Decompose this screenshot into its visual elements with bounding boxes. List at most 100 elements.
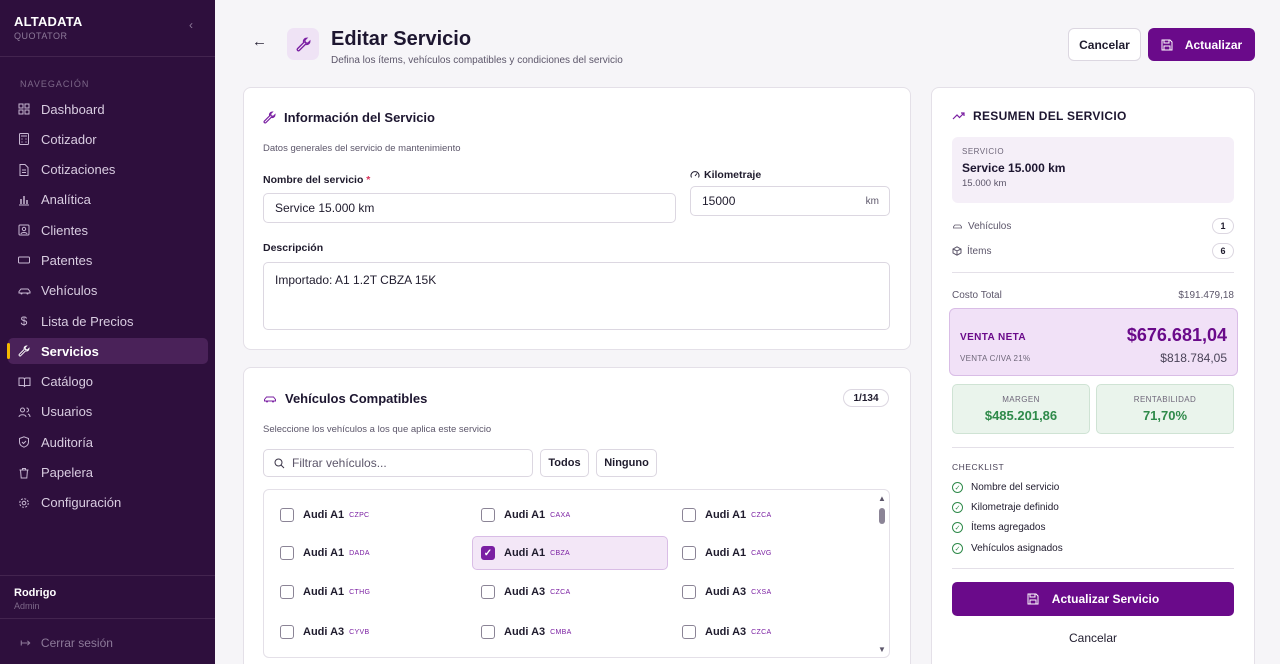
sale-with-vat-value: $818.784,05 bbox=[1160, 351, 1227, 365]
dollar-icon: $ bbox=[20, 314, 28, 329]
sidebar-item-lista-de-precios[interactable]: $ Lista de Precios bbox=[8, 308, 208, 334]
sidebar-item-label: Analítica bbox=[41, 192, 91, 208]
vehicle-option[interactable]: Audi A1 CAVG bbox=[674, 536, 870, 570]
vehicle-model: Audi A3 bbox=[705, 586, 747, 598]
checkbox[interactable] bbox=[682, 625, 696, 639]
update-service-button[interactable]: Actualizar Servicio bbox=[952, 582, 1234, 616]
check-circle-icon: ✓ bbox=[952, 502, 963, 513]
brand-subtitle: QUOTATOR bbox=[14, 31, 68, 41]
checkbox[interactable] bbox=[682, 585, 696, 599]
vehicle-option[interactable]: Audi A1 CZCA bbox=[674, 498, 870, 532]
checkbox-checked[interactable]: ✓ bbox=[481, 546, 495, 560]
sidebar-item-vehiculos[interactable]: Vehículos bbox=[8, 278, 208, 304]
info-card-description: Datos generales del servicio de mantenim… bbox=[263, 143, 461, 154]
sidebar-item-analitica[interactable]: Analítica bbox=[8, 187, 208, 213]
vehicle-option[interactable]: Audi A3 CXSA bbox=[674, 575, 870, 609]
sidebar-item-patentes[interactable]: Patentes bbox=[8, 247, 208, 273]
sidebar-item-clientes[interactable]: Clientes bbox=[8, 217, 208, 243]
package-icon bbox=[952, 246, 962, 256]
sidebar-item-label: Auditoría bbox=[41, 434, 94, 450]
checkbox[interactable] bbox=[280, 585, 294, 599]
vehicle-option-selected[interactable]: ✓ Audi A1 CBZA bbox=[472, 536, 668, 570]
profitability-metric: RENTABILIDAD 71,70% bbox=[1096, 384, 1234, 434]
checkbox[interactable] bbox=[280, 546, 294, 560]
sidebar-item-cotizador[interactable]: Cotizador bbox=[8, 126, 208, 152]
vehicle-code: CXSA bbox=[751, 588, 772, 596]
checklist-item: ✓ Ítems agregados bbox=[952, 522, 1046, 533]
summary-title: RESUMEN DEL SERVICIO bbox=[952, 109, 1127, 123]
scroll-down-icon[interactable]: ▼ bbox=[878, 645, 886, 654]
checkbox[interactable] bbox=[682, 546, 696, 560]
wrench-icon bbox=[287, 28, 319, 60]
checklist-item-label: Vehículos asignados bbox=[971, 543, 1063, 554]
sidebar: ALTADATA QUOTATOR ‹ NAVEGACIÓN Dashboard… bbox=[0, 0, 215, 664]
profitability-label: RENTABILIDAD bbox=[1133, 395, 1197, 404]
user-name: Rodrigo bbox=[14, 587, 57, 599]
vehicle-code: CTHG bbox=[349, 588, 371, 596]
sidebar-item-servicios[interactable]: Servicios bbox=[7, 338, 208, 365]
checkbox[interactable] bbox=[481, 585, 495, 599]
sidebar-item-dashboard[interactable]: Dashboard bbox=[8, 96, 208, 122]
vehicle-option[interactable]: Audi A3 CZCA bbox=[674, 615, 870, 649]
checkbox[interactable] bbox=[682, 508, 696, 522]
logout-button[interactable]: ↦ Cerrar sesión bbox=[20, 635, 113, 651]
book-icon bbox=[17, 375, 31, 389]
select-all-button[interactable]: Todos bbox=[540, 449, 589, 477]
summary-title-text: RESUMEN DEL SERVICIO bbox=[973, 109, 1127, 123]
vehicle-model: Audi A1 bbox=[303, 586, 345, 598]
sidebar-item-configuracion[interactable]: Configuración bbox=[8, 490, 208, 516]
sidebar-item-auditoria[interactable]: Auditoría bbox=[8, 429, 208, 455]
sidebar-item-cotizaciones[interactable]: Cotizaciones bbox=[8, 157, 208, 183]
net-sale-label: VENTA NETA bbox=[960, 332, 1027, 343]
car-icon bbox=[263, 393, 277, 405]
sidebar-item-usuarios[interactable]: Usuarios bbox=[8, 399, 208, 425]
vehicle-model: Audi A1 bbox=[705, 509, 747, 521]
checkbox[interactable] bbox=[280, 625, 294, 639]
back-arrow-icon[interactable]: ← bbox=[252, 34, 268, 50]
vehicle-option[interactable]: Audi A3 CYVB bbox=[272, 615, 468, 649]
vehicle-option[interactable]: Audi A1 DADA bbox=[272, 536, 468, 570]
vehicle-filter-input[interactable]: Filtrar vehículos... bbox=[263, 449, 533, 477]
checkbox[interactable] bbox=[481, 625, 495, 639]
sidebar-item-catalogo[interactable]: Catálogo bbox=[8, 369, 208, 395]
mileage-input[interactable]: 15000 km bbox=[690, 186, 890, 216]
cancel-service-button[interactable]: Cancelar bbox=[952, 628, 1234, 648]
vehicle-option[interactable]: Audi A3 CMBA bbox=[473, 615, 669, 649]
service-name-input[interactable]: Service 15.000 km bbox=[263, 193, 676, 223]
checklist-item: ✓ Nombre del servicio bbox=[952, 482, 1059, 493]
margin-metric: MARGEN $485.201,86 bbox=[952, 384, 1090, 434]
checkbox[interactable] bbox=[280, 508, 294, 522]
vehicle-option[interactable]: Audi A1 CZPC bbox=[272, 498, 468, 532]
car-icon bbox=[952, 222, 963, 231]
page-title: Editar Servicio bbox=[331, 28, 472, 50]
service-name-label: Nombre del servicio * bbox=[263, 174, 370, 186]
scroll-up-icon[interactable]: ▲ bbox=[878, 494, 886, 503]
select-none-button[interactable]: Ninguno bbox=[596, 449, 657, 477]
service-name: Service 15.000 km bbox=[962, 161, 1066, 175]
mileage-unit: km bbox=[865, 196, 879, 207]
search-icon bbox=[274, 458, 285, 469]
bar-chart-icon bbox=[17, 193, 31, 207]
vehicle-model: Audi A1 bbox=[705, 547, 747, 559]
vehicle-option[interactable]: Audi A3 CZCA bbox=[473, 575, 669, 609]
vehicle-code: CZCA bbox=[751, 511, 772, 519]
vehicle-option[interactable]: Audi A1 CTHG bbox=[272, 575, 468, 609]
users-icon bbox=[17, 405, 31, 419]
checklist-item: ✓ Kilometraje definido bbox=[952, 502, 1059, 513]
update-button[interactable]: Actualizar bbox=[1148, 28, 1255, 61]
description-textarea[interactable]: Importado: A1 1.2T CBZA 15K bbox=[263, 262, 890, 330]
cancel-button[interactable]: Cancelar bbox=[1068, 28, 1141, 61]
vehicle-option[interactable]: Audi A1 CAXA bbox=[473, 498, 669, 532]
scroll-thumb[interactable] bbox=[879, 508, 885, 524]
sidebar-item-papelera[interactable]: Papelera bbox=[8, 460, 208, 486]
sidebar-item-label: Configuración bbox=[41, 495, 122, 511]
vehicle-model: Audi A1 bbox=[303, 509, 345, 521]
vehicles-card-title: Vehículos Compatibles bbox=[263, 391, 427, 406]
vehicle-model: Audi A3 bbox=[504, 586, 546, 598]
vehicle-code: DADA bbox=[349, 549, 370, 557]
car-icon bbox=[17, 284, 31, 298]
collapse-sidebar-icon[interactable]: ‹ bbox=[184, 18, 198, 32]
checkbox[interactable] bbox=[481, 508, 495, 522]
required-marker: * bbox=[366, 174, 371, 186]
vehicle-list-scrollbar[interactable]: ▲ ▼ bbox=[877, 494, 887, 654]
